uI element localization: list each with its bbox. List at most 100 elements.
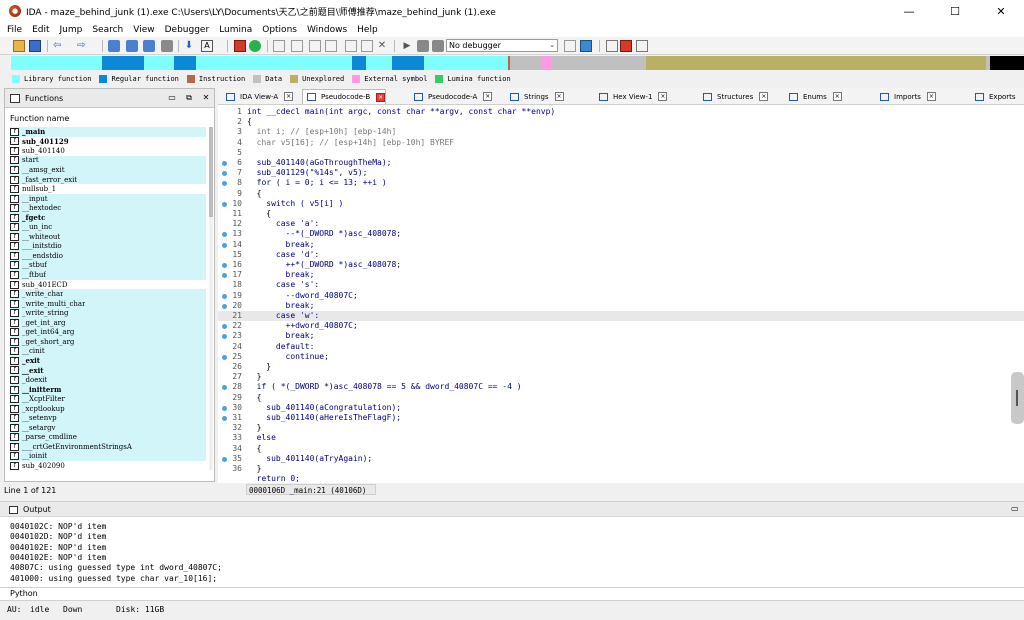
code-line[interactable]: 1 int __cdecl main(int argc, const char *… <box>218 107 1024 117</box>
menu-file[interactable]: File <box>7 25 22 35</box>
code-line[interactable]: 8 for ( i = 0; i <= 13; ++i ) <box>218 178 1024 188</box>
tab-enums[interactable]: Enums × <box>785 89 842 104</box>
panel-float-icon[interactable]: ⧉ <box>184 93 194 103</box>
breakpoint-dot-icon[interactable] <box>222 456 227 462</box>
graph-icon[interactable] <box>234 40 246 52</box>
function-row[interactable]: f _exit <box>10 356 206 366</box>
save-icon[interactable] <box>29 40 41 52</box>
function-row[interactable]: f __cinit <box>10 346 206 357</box>
code-line[interactable]: 33 else <box>218 433 1024 443</box>
menu-edit[interactable]: Edit <box>32 25 49 35</box>
tab-close-icon[interactable]: × <box>483 92 493 101</box>
tab-structures[interactable]: Structures × <box>699 89 769 104</box>
menu-search[interactable]: Search <box>92 25 123 35</box>
function-row[interactable]: f _parse_cmdline <box>10 432 206 443</box>
code-line[interactable]: 18 case 's': <box>218 280 1024 290</box>
side-scroll-handle[interactable] <box>1011 372 1024 424</box>
function-row[interactable]: f _main <box>10 127 206 137</box>
grid-icon[interactable] <box>291 40 303 52</box>
breakpoint-dot-icon[interactable] <box>222 181 227 187</box>
code-line[interactable]: 26 } <box>218 362 1024 372</box>
function-row[interactable]: f __stbuf <box>10 260 206 271</box>
minimize-button[interactable]: — <box>886 0 932 22</box>
code-line[interactable]: 31 sub_401140(aHereIsTheFlagF); <box>218 413 1024 423</box>
search-text-icon[interactable] <box>126 40 138 52</box>
python-button[interactable]: Python <box>10 589 38 598</box>
tab-close-icon[interactable]: × <box>376 92 386 102</box>
tab-close-icon[interactable]: × <box>926 92 936 101</box>
function-row[interactable]: f ___initstdio <box>10 241 206 252</box>
function-row[interactable]: f _fast_error_exit <box>10 174 206 185</box>
table-icon[interactable] <box>361 40 373 52</box>
code-line[interactable]: 17 break; <box>218 270 1024 280</box>
tab-strings[interactable]: Strings × <box>506 89 564 104</box>
forward-arrow-icon[interactable]: ⇨ <box>77 40 89 52</box>
function-row[interactable]: f _xcptlookup <box>10 403 206 414</box>
functions-list[interactable]: f _main f sub_401129 f sub_401140 f start f __ams… <box>10 127 206 470</box>
tab-exports[interactable]: Exports <box>971 89 1016 104</box>
function-row[interactable]: f sub_401ECD <box>10 279 206 290</box>
menu-lumina[interactable]: Lumina <box>219 25 252 35</box>
breakpoint-dot-icon[interactable] <box>222 232 227 238</box>
function-row[interactable]: f sub_401140 <box>10 146 206 156</box>
function-row[interactable]: f ___crtGetEnvironmentStringsA <box>10 442 206 452</box>
breakpoint-dot-icon[interactable] <box>222 385 227 391</box>
breakpoint-dot-icon[interactable] <box>222 354 227 360</box>
code-line[interactable]: 29 { <box>218 393 1024 403</box>
code-line[interactable]: 11 { <box>218 209 1024 219</box>
breakpoint-dot-icon[interactable] <box>222 161 227 166</box>
struct-icon[interactable] <box>325 40 337 52</box>
tab-imports[interactable]: Imports × <box>876 89 936 104</box>
search-next-icon[interactable] <box>161 40 173 52</box>
code-line[interactable]: 14 break; <box>218 240 1024 250</box>
debug-options-icon[interactable] <box>580 40 592 52</box>
menu-windows[interactable]: Windows <box>307 25 347 35</box>
tab-pseudocode-b[interactable]: Pseudocode-B × <box>302 89 387 104</box>
function-row[interactable]: f _doexit <box>10 375 206 385</box>
close-button[interactable]: ✕ <box>978 0 1024 22</box>
function-row[interactable]: f __setargv <box>10 422 206 433</box>
breakpoint-dot-icon[interactable] <box>222 416 227 421</box>
options-icon[interactable] <box>345 40 357 52</box>
breakpoint-dot-icon[interactable] <box>222 273 227 279</box>
code-line[interactable]: 21 case 'w': <box>218 311 1024 322</box>
function-row[interactable]: f __input <box>10 193 206 204</box>
scrollbar-thumb[interactable] <box>209 127 213 217</box>
play-icon[interactable]: ▶ <box>401 40 413 52</box>
tab-close-icon[interactable]: × <box>759 92 769 101</box>
tab-hex-view-1[interactable]: Hex View-1 × <box>595 89 668 104</box>
delete-x-icon[interactable]: ✕ <box>376 40 388 52</box>
xref-icon[interactable] <box>309 40 321 52</box>
search-binary-icon[interactable] <box>143 40 155 52</box>
attach-icon[interactable] <box>564 40 576 52</box>
code-line[interactable]: return 0; <box>218 474 1024 483</box>
code-line[interactable]: 23 break; <box>218 331 1024 341</box>
function-row[interactable]: f __exit <box>10 365 206 376</box>
menu-debugger[interactable]: Debugger <box>165 25 210 35</box>
function-row[interactable]: f sub_401129 <box>10 136 206 147</box>
output-restore-icon[interactable]: ▭ <box>1011 504 1019 513</box>
function-row[interactable]: f __initterm <box>10 384 206 395</box>
breakpoint-dot-icon[interactable] <box>222 293 227 299</box>
code-line[interactable]: 2{ <box>218 117 1024 127</box>
code-line[interactable]: 32 } <box>218 423 1024 433</box>
code-line[interactable]: 4 char v5[16]; // [esp+14h] [ebp-10h] BY… <box>218 138 1024 148</box>
function-row[interactable]: f _write_char <box>10 289 206 299</box>
tab-pseudocode-a[interactable]: Pseudocode-A × <box>410 89 493 104</box>
breakpoint-dot-icon[interactable] <box>222 263 227 268</box>
function-row[interactable]: f nullsub_1 <box>10 184 206 194</box>
code-line[interactable]: 9 { <box>218 189 1024 199</box>
run-green-icon[interactable] <box>249 40 261 52</box>
code-line[interactable]: 19 --dword_40807C; <box>218 291 1024 301</box>
code-line[interactable]: 15 case 'd': <box>218 250 1024 260</box>
code-line[interactable]: 13 --*(_DWORD *)asc_408078; <box>218 229 1024 239</box>
function-row[interactable]: f ___endstdio <box>10 251 206 261</box>
tab-ida-view-a[interactable]: IDA View-A × <box>222 89 294 104</box>
pseudocode-editor[interactable]: 1 int __cdecl main(int argc, const char *… <box>218 105 1024 483</box>
tab-close-icon[interactable]: × <box>832 92 842 101</box>
maximize-button[interactable]: ☐ <box>932 0 978 22</box>
menu-help[interactable]: Help <box>357 25 378 35</box>
breakpoint-dot-icon[interactable] <box>222 201 227 207</box>
menu-options[interactable]: Options <box>262 25 297 35</box>
function-row[interactable]: f __amsg_exit <box>10 165 206 175</box>
